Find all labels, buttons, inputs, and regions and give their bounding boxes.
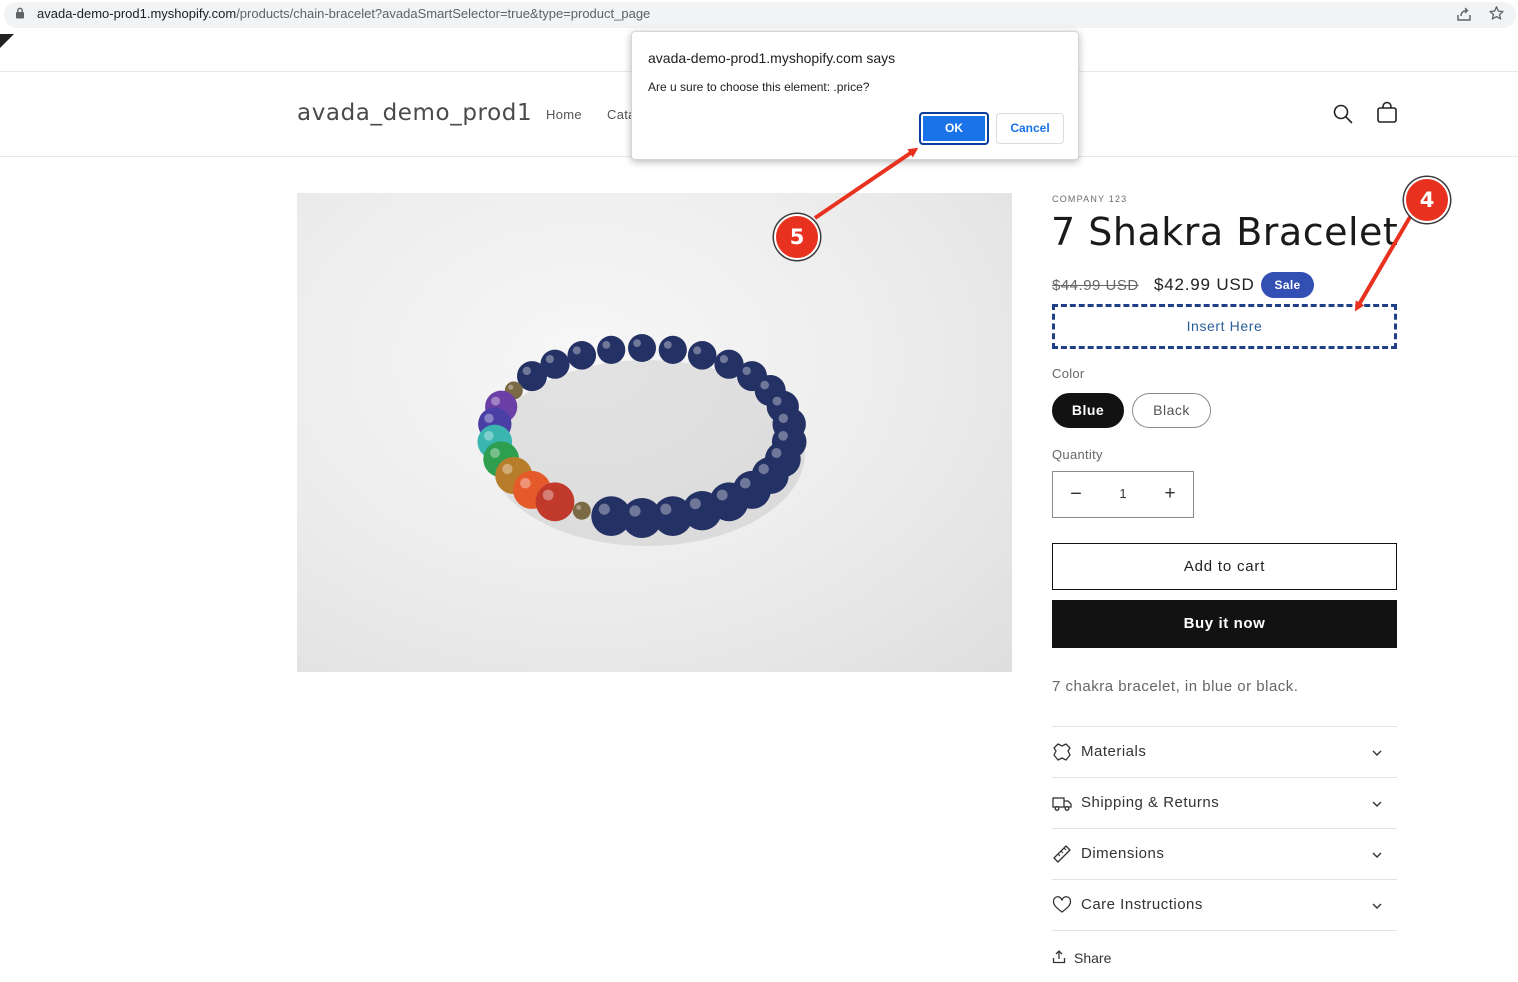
annotation-arrow-5 bbox=[813, 147, 919, 220]
annotation-arrows bbox=[813, 147, 1412, 312]
annotation-step-4: 4 bbox=[1404, 177, 1450, 223]
annotation-arrow-4 bbox=[1354, 215, 1412, 312]
annotation-step-5: 5 bbox=[774, 214, 820, 260]
